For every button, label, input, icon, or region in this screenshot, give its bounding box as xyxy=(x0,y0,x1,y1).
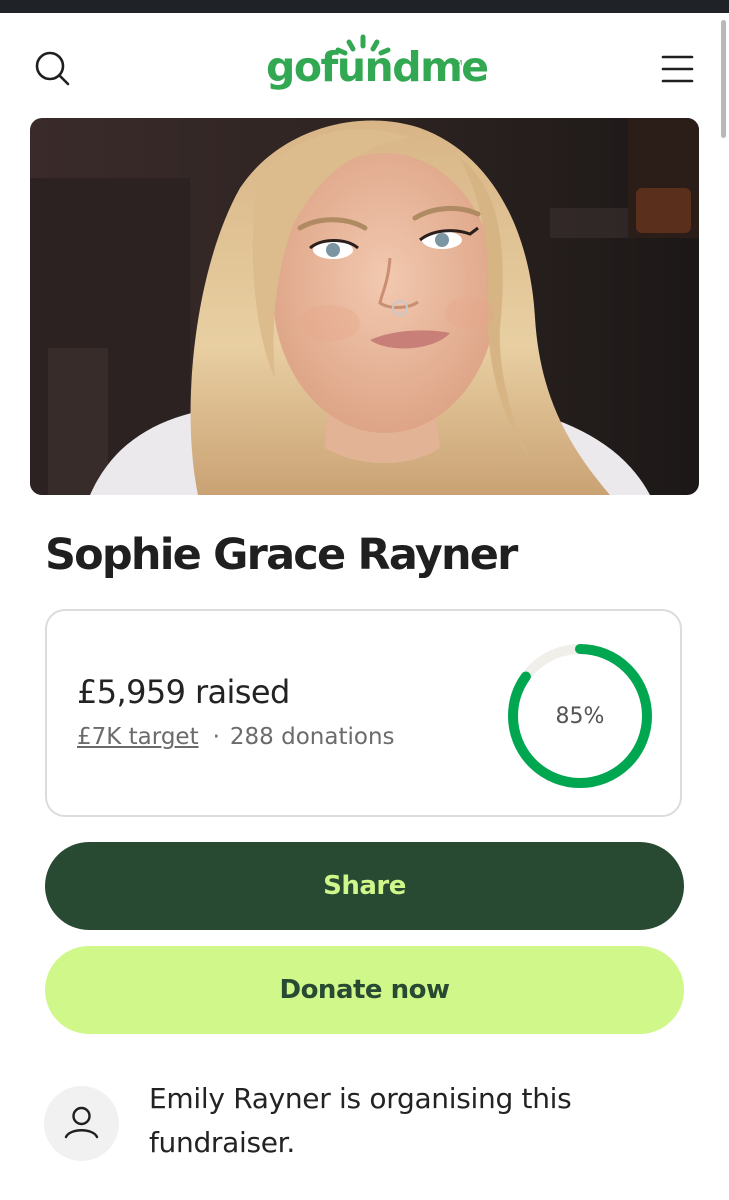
logo-wordmark: gofundme xyxy=(266,43,489,91)
user-icon xyxy=(64,1106,99,1139)
campaign-title: Sophie Grace Rayner xyxy=(45,530,518,580)
browser-status-strip xyxy=(0,0,729,13)
gofundme-logo[interactable]: gofundme TM xyxy=(262,33,489,103)
meta-separator: · xyxy=(212,724,220,750)
fundraiser-page: gofundme TM Sophie Grace Rayner £5,959 r… xyxy=(0,0,729,1200)
hero-photo xyxy=(30,118,699,495)
donation-progress-card: £5,959 raised £7K target · 288 donations 8… xyxy=(45,609,682,817)
campaign-hero-image xyxy=(30,118,699,495)
share-button[interactable]: Share xyxy=(45,842,684,930)
search-button[interactable] xyxy=(30,47,74,91)
target-link[interactable]: £7K target xyxy=(77,724,199,750)
hamburger-menu-icon xyxy=(661,55,694,83)
logo-trademark: TM xyxy=(452,59,463,67)
target-and-donations: £7K target · 288 donations xyxy=(77,721,395,753)
organiser-avatar xyxy=(44,1086,119,1161)
donate-button[interactable]: Donate now xyxy=(45,946,684,1034)
donation-count: 288 donations xyxy=(229,724,395,750)
site-header: gofundme TM xyxy=(0,13,729,118)
progress-percent: 85% xyxy=(555,703,605,729)
amount-raised: £5,959 raised xyxy=(77,673,290,711)
organiser-text: Emily Rayner is organising this fundrais… xyxy=(149,1082,572,1159)
menu-button[interactable] xyxy=(656,49,700,89)
search-icon xyxy=(35,51,70,86)
